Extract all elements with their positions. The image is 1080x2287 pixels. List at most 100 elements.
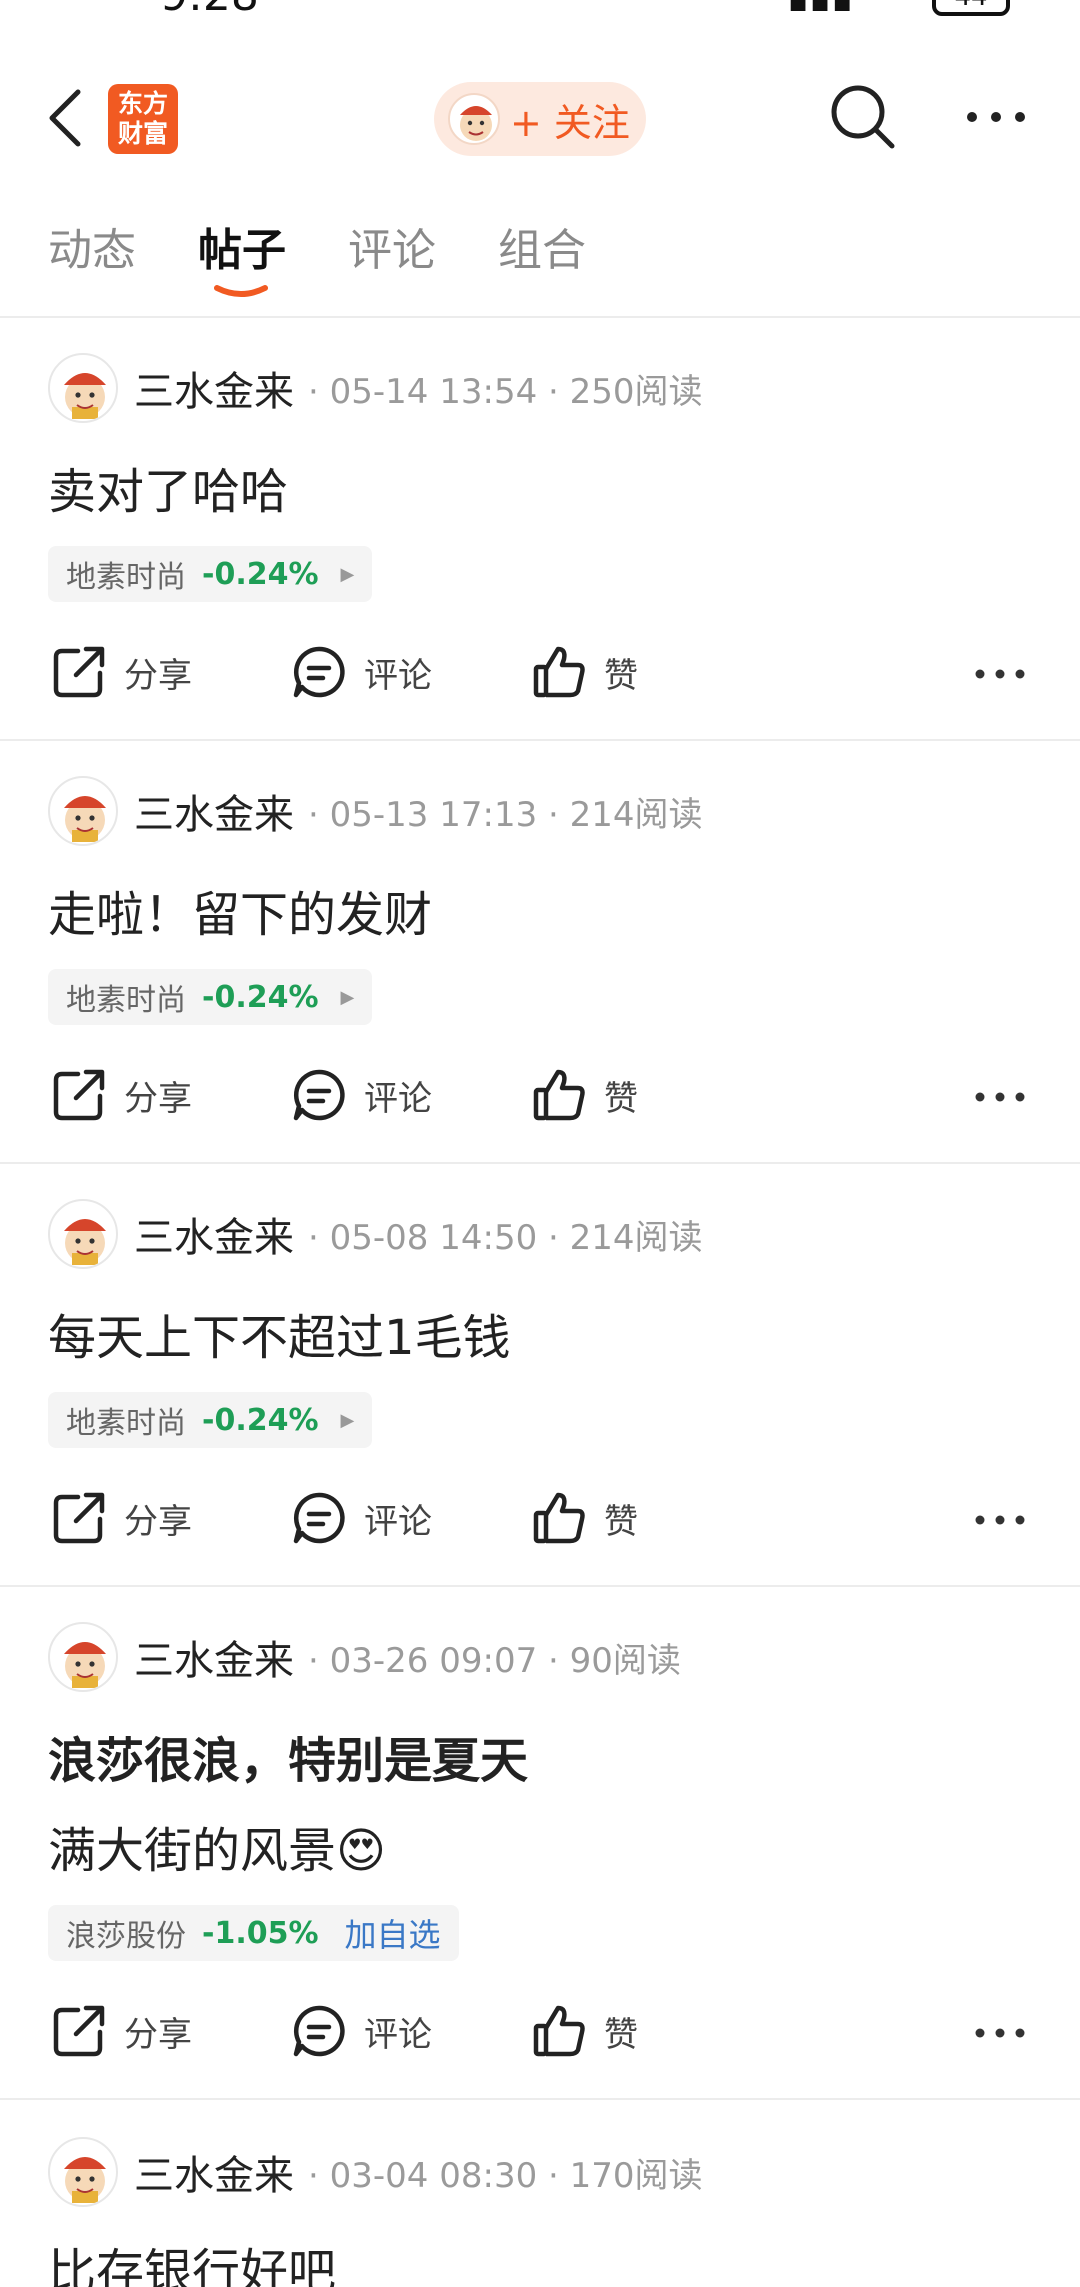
author-row: 三水金来 · 05-14 13:54 · 250阅读 <box>48 352 703 424</box>
divider <box>0 1585 1080 1587</box>
stock-tag[interactable]: 地素时尚 -0.24% ▶ <box>48 969 373 1025</box>
avatar[interactable] <box>48 1622 118 1692</box>
like-label: 赞 <box>604 1078 638 1119</box>
share-label: 分享 <box>124 655 192 696</box>
status-time: 9:28 <box>160 0 259 21</box>
comment-label: 评论 <box>364 2014 432 2055</box>
comment-button[interactable]: 评论 <box>290 1478 432 1558</box>
stock-tag[interactable]: 地素时尚 -0.24% ▶ <box>48 546 373 602</box>
share-button[interactable]: 分享 <box>50 1055 192 1135</box>
divider <box>0 1162 1080 1164</box>
like-button[interactable]: 赞 <box>530 632 638 712</box>
avatar[interactable] <box>48 2137 118 2207</box>
author-row: 三水金来 · 03-04 08:30 · 170阅读 <box>48 2136 703 2208</box>
post-title[interactable]: 浪莎很浪，特别是夏天 <box>48 1721 528 1791</box>
avatar[interactable] <box>48 1199 118 1269</box>
share-button[interactable]: 分享 <box>50 632 192 712</box>
comment-label: 评论 <box>364 1078 432 1119</box>
follow-button[interactable]: + 关注 <box>434 82 646 156</box>
avatar <box>448 93 500 145</box>
thumbs-up-icon <box>533 1492 585 1544</box>
like-label: 赞 <box>604 2014 638 2055</box>
like-button[interactable]: 赞 <box>530 1055 638 1135</box>
post-title[interactable]: 每天上下不超过1毛钱 <box>48 1298 511 1368</box>
search-icon <box>831 85 895 149</box>
eastmoney-logo: 东方 财富 <box>108 84 178 154</box>
like-label: 赞 <box>604 655 638 696</box>
author-row: 三水金来 · 05-08 14:50 · 214阅读 <box>48 1198 703 1270</box>
comment-button[interactable]: 评论 <box>290 632 432 712</box>
stock-change: -0.24% <box>202 556 319 592</box>
post-card[interactable]: 三水金来 · 05-13 17:13 · 214阅读 走啦！留下的发财 地素时尚… <box>0 775 1080 1155</box>
divider <box>0 739 1080 741</box>
post-card[interactable]: 三水金来 · 03-04 08:30 · 170阅读 比存银行好吧 <box>0 2136 1080 2287</box>
author-name[interactable]: 三水金来 <box>134 1628 294 1686</box>
more-horizontal-icon <box>967 112 1025 122</box>
post-title[interactable]: 走啦！留下的发财 <box>48 875 432 945</box>
thumbs-up-icon <box>533 1069 585 1121</box>
status-bar: 9:28 ▮▮▮ ◠ 44 <box>0 0 1080 40</box>
wifi-icon: ◠ <box>875 0 910 16</box>
avatar[interactable] <box>48 353 118 423</box>
like-label: 赞 <box>604 1501 638 1542</box>
author-row: 三水金来 · 05-13 17:13 · 214阅读 <box>48 775 703 847</box>
post-title[interactable]: 卖对了哈哈 <box>48 452 288 522</box>
post-card[interactable]: 三水金来 · 03-26 09:07 · 90阅读 浪莎很浪，特别是夏天 满大街… <box>0 1621 1080 2091</box>
comment-label: 评论 <box>364 655 432 696</box>
stock-name: 浪莎股份 <box>66 1919 186 1954</box>
more-horizontal-icon[interactable] <box>974 2013 1026 2053</box>
stock-name: 地素时尚 <box>66 560 186 595</box>
stock-tag[interactable]: 地素时尚 -0.24% ▶ <box>48 1392 373 1448</box>
comment-label: 评论 <box>364 1501 432 1542</box>
more-options-button[interactable] <box>964 102 1028 132</box>
author-name[interactable]: 三水金来 <box>134 1205 294 1263</box>
tab-comments[interactable]: 评论 <box>348 214 436 278</box>
search-button[interactable] <box>826 80 898 152</box>
comment-icon <box>293 2005 345 2057</box>
comment-icon <box>293 1492 345 1544</box>
divider <box>0 316 1080 318</box>
comment-icon <box>293 1069 345 1121</box>
active-tab-indicator <box>214 285 268 297</box>
more-horizontal-icon[interactable] <box>974 654 1026 694</box>
author-name[interactable]: 三水金来 <box>134 359 294 417</box>
tab-portfolio[interactable]: 组合 <box>498 214 586 278</box>
post-card[interactable]: 三水金来 · 05-08 14:50 · 214阅读 每天上下不超过1毛钱 地素… <box>0 1198 1080 1578</box>
action-bar: 分享 评论 赞 <box>0 1055 1080 1135</box>
more-horizontal-icon[interactable] <box>974 1077 1026 1117</box>
like-button[interactable]: 赞 <box>530 1991 638 2071</box>
author-name[interactable]: 三水金来 <box>134 782 294 840</box>
share-button[interactable]: 分享 <box>50 1478 192 1558</box>
post-body[interactable]: 满大街的风景😍 <box>48 1811 386 1881</box>
share-button[interactable]: 分享 <box>50 1991 192 2071</box>
like-button[interactable]: 赞 <box>530 1478 638 1558</box>
comment-button[interactable]: 评论 <box>290 1991 432 2071</box>
share-icon <box>53 1492 105 1544</box>
thumbs-up-icon <box>533 646 585 698</box>
tab-activity[interactable]: 动态 <box>48 214 136 278</box>
stock-change: -0.24% <box>202 1402 319 1438</box>
battery-icon: 44 <box>932 0 1010 16</box>
tab-posts[interactable]: 帖子 <box>198 214 286 278</box>
thumbs-up-icon <box>533 2005 585 2057</box>
comment-button[interactable]: 评论 <box>290 1055 432 1135</box>
top-bar: 东方 财富 + 关注 <box>0 60 1080 180</box>
play-arrow-icon: ▶ <box>340 563 355 585</box>
avatar[interactable] <box>48 776 118 846</box>
author-name[interactable]: 三水金来 <box>134 2143 294 2201</box>
more-horizontal-icon[interactable] <box>974 1500 1026 1540</box>
post-card[interactable]: 三水金来 · 05-14 13:54 · 250阅读 卖对了哈哈 地素时尚 -0… <box>0 352 1080 732</box>
logo-line-1: 东方 <box>117 89 168 118</box>
stock-name: 地素时尚 <box>66 1406 186 1441</box>
add-watchlist-button[interactable]: 加自选 <box>345 1910 441 1956</box>
play-arrow-icon: ▶ <box>340 986 355 1008</box>
stock-tag[interactable]: 浪莎股份 -1.05% 加自选 <box>48 1905 459 1961</box>
post-title[interactable]: 比存银行好吧 <box>48 2232 336 2287</box>
post-meta: · 05-08 14:50 · 214阅读 <box>308 1217 703 1258</box>
share-icon <box>53 646 105 698</box>
logo-line-2: 财富 <box>117 119 168 148</box>
back-button[interactable] <box>40 86 96 150</box>
stock-change: -1.05% <box>202 1915 319 1951</box>
divider <box>0 2098 1080 2100</box>
share-icon <box>53 1069 105 1121</box>
